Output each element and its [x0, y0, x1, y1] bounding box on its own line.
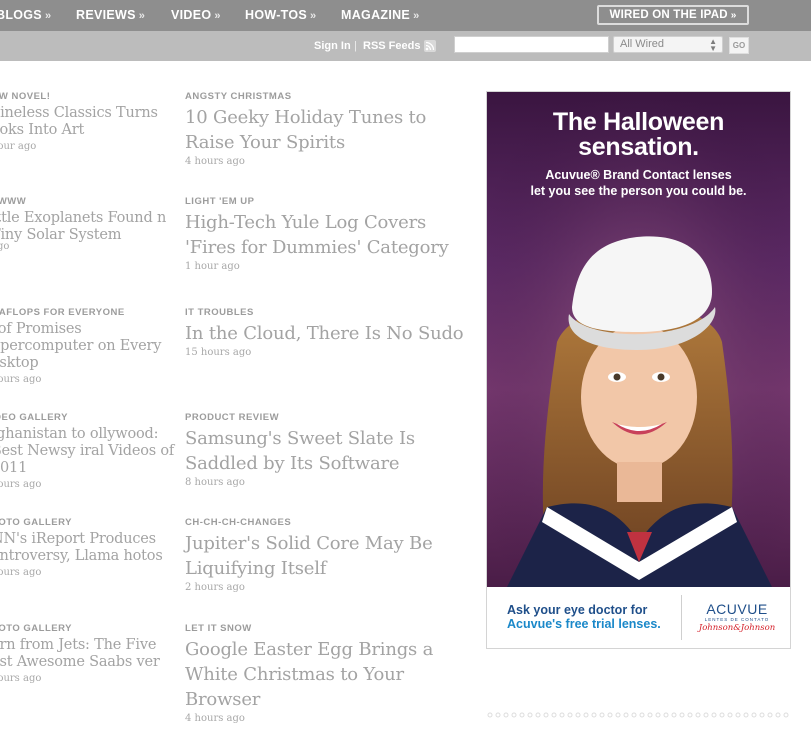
- story-kicker: HOTO GALLERY: [0, 517, 72, 528]
- story-timestamp: 8 hours ago: [185, 477, 245, 488]
- ad-headline: The Halloween sensation.: [487, 110, 790, 160]
- story-kicker: OW NOVEL!: [0, 91, 51, 102]
- story-headline[interactable]: Jupiter's Solid Core May Be Liquifying I…: [185, 531, 475, 581]
- story-item: AWWW ittle Exoplanets Found n Tiny Solar…: [0, 196, 181, 254]
- nav-item-label: BLOGS: [0, 8, 42, 22]
- story-kicker: AWWW: [0, 196, 27, 207]
- rss-feeds-link[interactable]: RSS Feeds: [363, 40, 420, 52]
- story-item: PRODUCT REVIEW Samsung's Sweet Slate Is …: [185, 412, 475, 490]
- story-timestamp: hours ago: [0, 374, 42, 385]
- ad-pagination-dots: [487, 712, 789, 718]
- chevron-right-icon: »: [730, 10, 737, 21]
- story-headline[interactable]: High-Tech Yule Log Covers 'Fires for Dum…: [185, 210, 475, 260]
- story-headline[interactable]: fghanistan to ollywood: Best Newsy iral …: [0, 426, 181, 477]
- story-item: LET IT SNOW Google Easter Egg Brings a W…: [185, 623, 475, 726]
- story-timestamp: hour ago: [0, 141, 37, 152]
- story-item: GAFLOPS FOR EVERYONE rof Promises uperco…: [0, 307, 181, 387]
- story-headline[interactable]: Samsung's Sweet Slate Is Saddled by Its …: [185, 426, 475, 476]
- story-item: ANGSTY CHRISTMAS 10 Geeky Holiday Tunes …: [185, 91, 475, 169]
- ipad-button-label: WIRED ON THE IPAD: [609, 9, 728, 21]
- nav-item-label: REVIEWS: [76, 8, 136, 22]
- nav-item-magazine[interactable]: MAGAZINE»: [341, 8, 419, 24]
- nav-item-reviews[interactable]: REVIEWS»: [76, 8, 145, 24]
- story-headline[interactable]: rof Promises upercomputer on Every eskto…: [0, 321, 181, 372]
- go-button[interactable]: GO: [729, 37, 749, 54]
- story-kicker: HOTO GALLERY: [0, 623, 72, 634]
- chevron-right-icon: »: [310, 10, 317, 22]
- story-kicker: LET IT SNOW: [185, 623, 252, 634]
- select-arrows-icon: ▲ ▼: [709, 37, 717, 53]
- nav-item-blogs[interactable]: BLOGS»: [0, 8, 51, 24]
- ad-headline-line: sensation.: [578, 133, 699, 161]
- story-kicker: IDEO GALLERY: [0, 412, 68, 423]
- nav-item-video[interactable]: VIDEO»: [171, 8, 221, 24]
- ad-subheadline: Acuvue® Brand Contact lenses let you see…: [487, 167, 790, 199]
- nav-item-label: VIDEO: [171, 8, 212, 22]
- story-kicker: ANGSTY CHRISTMAS: [185, 91, 292, 102]
- story-headline[interactable]: ittle Exoplanets Found n Tiny Solar Syst…: [0, 210, 181, 244]
- maker-logo: Johnson&Johnson: [698, 623, 776, 633]
- nav-item-how-tos[interactable]: HOW-TOS»: [245, 8, 316, 24]
- separator: |: [354, 40, 357, 52]
- ad-footer[interactable]: Ask your eye doctor for Acuvue's free tr…: [487, 587, 790, 648]
- acuvue-ad[interactable]: The Halloween sensation. Acuvue® Brand C…: [486, 91, 791, 649]
- story-headline[interactable]: 10 Geeky Holiday Tunes to Raise Your Spi…: [185, 105, 475, 155]
- story-headline[interactable]: In the Cloud, There Is No Sudo: [185, 321, 475, 346]
- brand-name: ACUVUE: [706, 601, 768, 617]
- story-item: HOTO GALLERY NN's iReport Produces ontro…: [0, 517, 181, 580]
- story-item: CH-CH-CH-CHANGES Jupiter's Solid Core Ma…: [185, 517, 475, 595]
- story-timestamp: 4 hours ago: [185, 713, 245, 724]
- ad-cta-line: Acuvue's free trial lenses.: [507, 617, 661, 631]
- chevron-right-icon: »: [413, 10, 420, 22]
- story-timestamp: hours ago: [0, 567, 42, 578]
- rss-icon[interactable]: [424, 40, 436, 52]
- story-timestamp: hours ago: [0, 673, 42, 684]
- story-kicker: GAFLOPS FOR EVERYONE: [0, 307, 125, 318]
- nav-item-label: MAGAZINE: [341, 8, 411, 22]
- search-scope-select[interactable]: All Wired ▲ ▼: [613, 36, 723, 53]
- story-headline[interactable]: NN's iReport Produces ontroversy, Llama …: [0, 531, 181, 565]
- story-headline[interactable]: Google Easter Egg Brings a White Christm…: [185, 637, 475, 712]
- story-timestamp: hours ago: [0, 479, 42, 490]
- story-headline[interactable]: orn from Jets: The Five ost Awesome Saab…: [0, 637, 181, 671]
- story-kicker: IT TROUBLES: [185, 307, 254, 318]
- story-timestamp: 15 hours ago: [185, 347, 252, 358]
- story-timestamp: 2 hours ago: [185, 582, 245, 593]
- utility-bar: Sign In | RSS Feeds All Wired ▲ ▼ GO: [0, 31, 811, 61]
- chevron-right-icon: »: [44, 10, 52, 22]
- chevron-right-icon: »: [214, 10, 221, 22]
- story-item: IDEO GALLERY fghanistan to ollywood: Bes…: [0, 412, 181, 492]
- divider: [681, 595, 682, 640]
- story-headline[interactable]: pineless Classics Turns ooks Into Art: [0, 105, 181, 139]
- search-scope-value: All Wired: [620, 38, 665, 50]
- story-kicker: CH-CH-CH-CHANGES: [185, 517, 292, 528]
- story-item: LIGHT 'EM UP High-Tech Yule Log Covers '…: [185, 196, 475, 274]
- ad-sub-line: let you see the person you could be.: [530, 184, 747, 198]
- story-item: HOTO GALLERY orn from Jets: The Five ost…: [0, 623, 181, 686]
- search-input[interactable]: [454, 36, 609, 53]
- ad-sub-line: Acuvue® Brand Contact lenses: [545, 168, 732, 182]
- story-kicker: PRODUCT REVIEW: [185, 412, 280, 423]
- ad-cta-line: Ask your eye doctor for: [507, 603, 648, 617]
- story-kicker: LIGHT 'EM UP: [185, 196, 255, 207]
- ad-image[interactable]: The Halloween sensation. Acuvue® Brand C…: [487, 92, 790, 587]
- nav-item-label: HOW-TOS: [245, 8, 308, 22]
- chevron-right-icon: »: [138, 10, 146, 22]
- sign-in-link[interactable]: Sign In: [314, 40, 351, 52]
- story-timestamp: 1 hour ago: [185, 261, 240, 272]
- ad-headline-line: The Halloween: [552, 108, 725, 136]
- acuvue-logo: ACUVUE LENTES DE CONTATO Johnson&Johnson: [692, 601, 782, 633]
- story-item: OW NOVEL! pineless Classics Turns ooks I…: [0, 91, 181, 154]
- story-item: IT TROUBLES In the Cloud, There Is No Su…: [185, 307, 475, 360]
- top-nav-bar: BLOGS» REVIEWS» VIDEO» HOW-TOS» MAGAZINE…: [0, 0, 811, 31]
- story-timestamp: 4 hours ago: [185, 156, 245, 167]
- wired-on-ipad-button[interactable]: WIRED ON THE IPAD»: [597, 5, 749, 25]
- ad-cta: Ask your eye doctor for Acuvue's free tr…: [507, 603, 661, 631]
